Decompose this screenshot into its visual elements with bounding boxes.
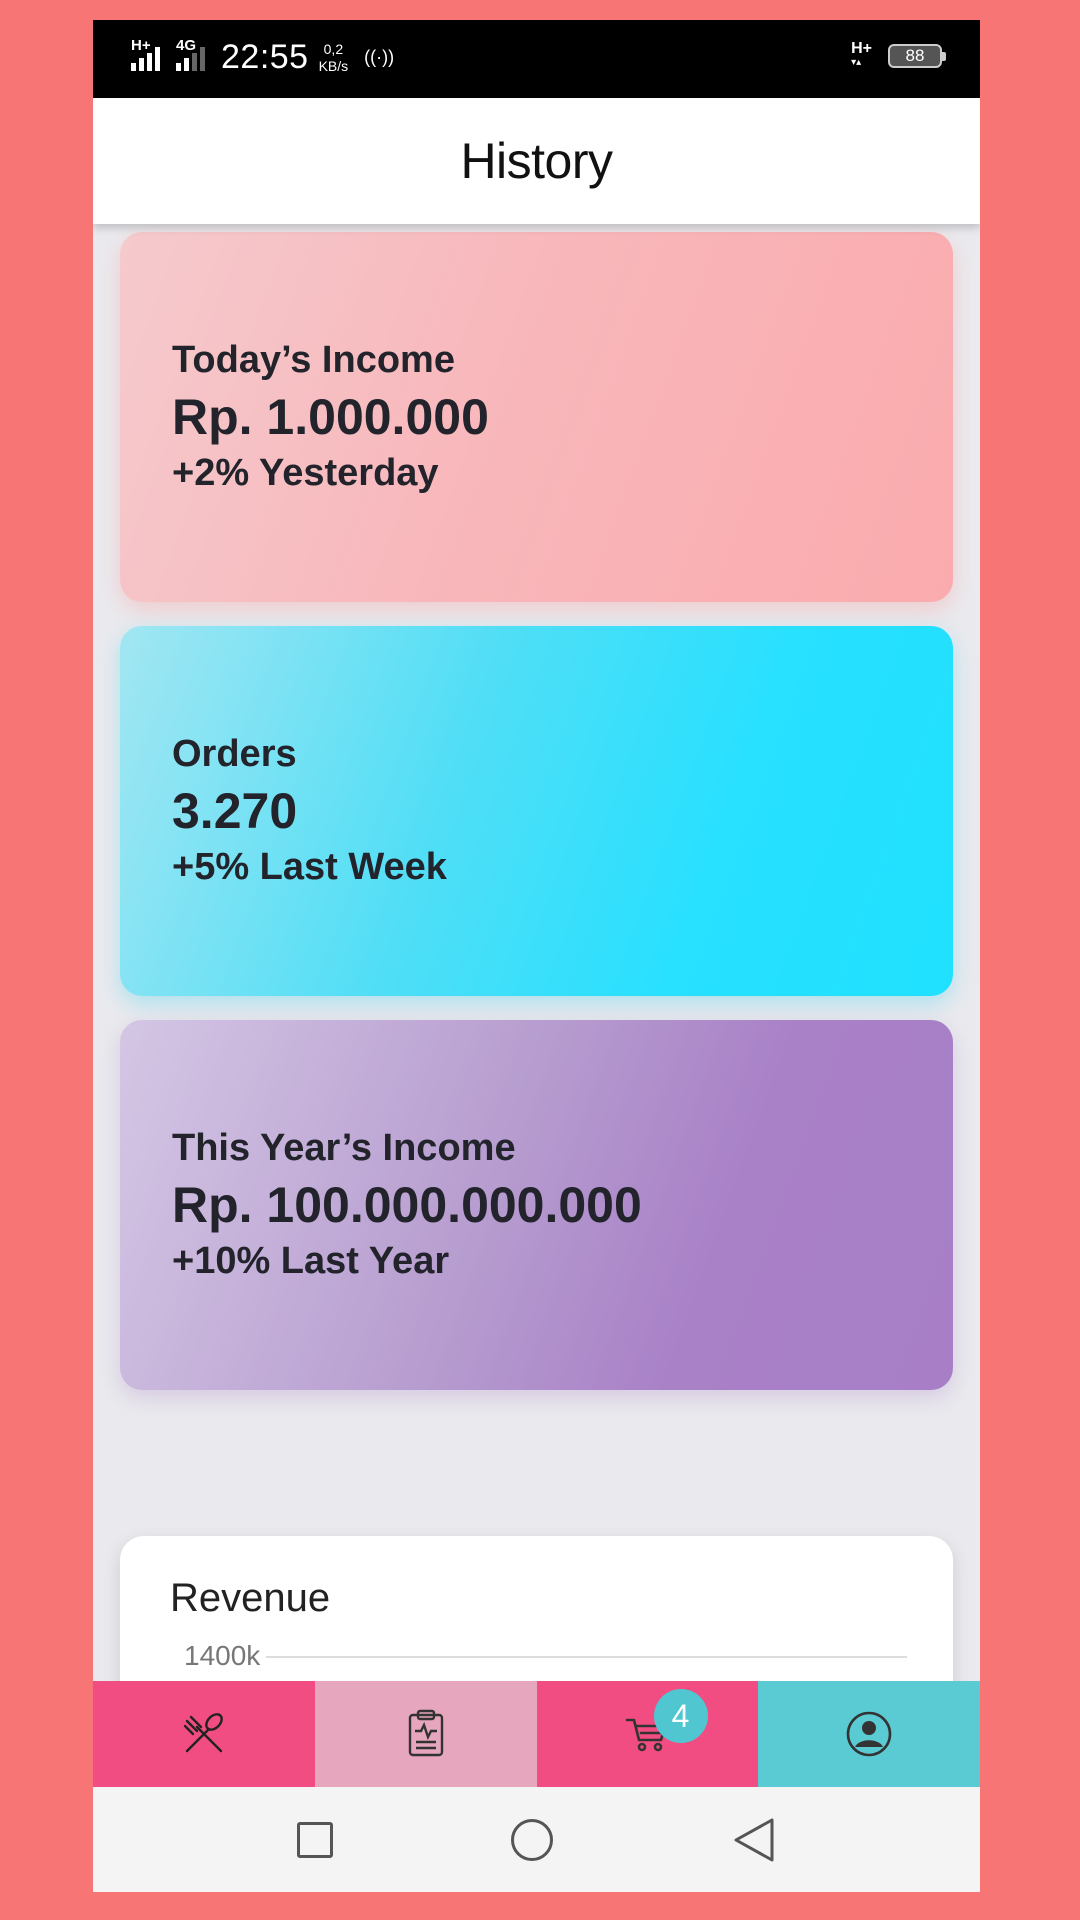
recents-icon[interactable]: [297, 1821, 334, 1858]
tab-cart[interactable]: 4: [536, 1681, 759, 1787]
orders-card[interactable]: Orders 3.270 +5% Last Week: [120, 626, 953, 996]
bottom-tab-bar: 4: [93, 1681, 980, 1787]
hotspot-icon: ((·)): [364, 47, 395, 67]
app-header: History: [93, 98, 980, 224]
year-income-card[interactable]: This Year’s Income Rp. 100.000.000.000 +…: [120, 1020, 953, 1390]
revenue-gridline: [266, 1656, 907, 1658]
fork-spoon-icon: [183, 1713, 223, 1753]
network-right-label: H+: [851, 40, 872, 57]
back-icon[interactable]: [732, 1816, 776, 1864]
card-value: Rp. 100.000.000.000: [172, 1177, 642, 1233]
card-title: Today’s Income: [172, 339, 455, 381]
revenue-y-tick: 1400k: [184, 1640, 261, 1671]
battery-icon: 88: [888, 44, 946, 68]
cart-badge: 4: [653, 1689, 708, 1743]
network-type-label: H+: [131, 36, 151, 54]
data-rate-value: 0,2: [323, 40, 344, 57]
card-title: Orders: [172, 733, 297, 775]
todays-income-card[interactable]: Today’s Income Rp. 1.000.000 +2% Yesterd…: [120, 232, 953, 602]
card-change: +10% Last Year: [172, 1240, 450, 1282]
card-title: This Year’s Income: [172, 1127, 516, 1169]
clock: 22:55: [221, 38, 309, 76]
phone-screen: H+ 4G 22:55 0,2 KB/s ((·)) H+ ▾▴ 88 Hist…: [93, 20, 980, 1892]
card-value: 3.270: [172, 783, 298, 839]
tab-profile[interactable]: [758, 1681, 980, 1787]
signal-icon-secondary: 4G: [176, 37, 205, 71]
data-rate-unit: KB/s: [318, 57, 349, 74]
tab-menu[interactable]: [93, 1681, 315, 1787]
data-rate: 0,2 KB/s: [319, 41, 349, 75]
clipboard-icon: [408, 1709, 443, 1757]
home-icon[interactable]: [511, 1818, 554, 1861]
tab-history[interactable]: [314, 1681, 537, 1787]
page-title: History: [460, 133, 613, 189]
signal-icon: H+: [131, 37, 160, 71]
card-change: +2% Yesterday: [172, 452, 439, 494]
system-nav-bar: [93, 1787, 980, 1892]
revenue-title: Revenue: [170, 1576, 331, 1620]
card-value: Rp. 1.000.000: [172, 389, 489, 445]
user-icon: [846, 1711, 892, 1757]
status-bar: H+ 4G 22:55 0,2 KB/s ((·)) H+ ▾▴ 88: [93, 20, 980, 98]
card-change: +5% Last Week: [172, 846, 447, 888]
network-type-label-secondary: 4G: [176, 36, 197, 54]
network-icon-right: H+ ▾▴: [851, 40, 872, 69]
